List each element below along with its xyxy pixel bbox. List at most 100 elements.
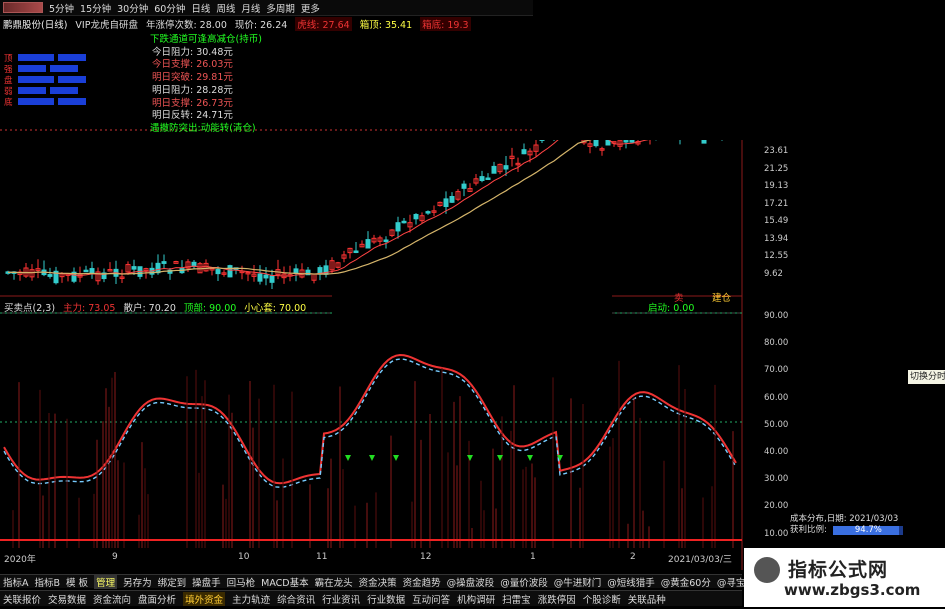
period-15min[interactable]: 15分钟 xyxy=(80,1,111,15)
oscillator-signal-line xyxy=(3,358,737,489)
tabs2-tab[interactable]: 机构调研 xyxy=(457,592,495,606)
signal-arrow-icon xyxy=(527,455,533,461)
period-month[interactable]: 月线 xyxy=(241,1,260,15)
tabs2-tab[interactable]: 互动问答 xyxy=(412,592,450,606)
tabs1-tab[interactable]: 资金决策 xyxy=(359,575,397,589)
watermark-line2: www.zbgs3.com xyxy=(784,581,921,599)
tabs1-tab[interactable]: @量价波段 xyxy=(500,575,548,589)
panel-footer: 遇撤防突出:动能转(清仓) xyxy=(150,122,256,134)
switch-view-tooltip[interactable]: 切换分时图和分析图 xyxy=(908,370,945,384)
period-multi[interactable]: 多周期 xyxy=(266,1,295,15)
legend-label: 底 xyxy=(4,97,13,108)
period-60min[interactable]: 60分钟 xyxy=(154,1,185,15)
legend-swatch xyxy=(18,76,54,83)
tabs2-tab[interactable]: 扫雷宝 xyxy=(502,592,531,606)
blank-area-middle xyxy=(332,286,612,322)
axis-tick-label: 50.00 xyxy=(764,419,789,430)
tabs2-tab[interactable]: 资金流向 xyxy=(93,592,131,606)
candle-body xyxy=(257,273,263,282)
tabs1-tab[interactable]: 操盘手 xyxy=(192,575,221,589)
cost-title: 成本分布,日期: 2021/03/03 xyxy=(790,514,899,524)
tabs2-tab[interactable]: 涨跌停因 xyxy=(538,592,576,606)
tabs2-tab[interactable]: 行业数据 xyxy=(367,592,405,606)
signal-panel: 下跌通道可逢高减仓(持币) 今日阻力: 30.48元 今日支撑: 26.03元 明日突破… xyxy=(150,34,280,134)
date-tick-label: 2020年 xyxy=(4,555,36,565)
axis-tick-label: 70.00 xyxy=(764,365,789,376)
chart-title-bar: 鹏鼎股份(日线) VIP龙虎自研盘 年涨停次数: 28.00 现价: 26.24… xyxy=(0,17,533,31)
signal-arrow-icon xyxy=(467,455,473,461)
ma-fast-line xyxy=(7,121,723,277)
xinxin-value: 小心套: 70.00 xyxy=(244,303,307,314)
candle-body xyxy=(227,265,233,278)
tabs1-tab[interactable]: 管理 xyxy=(94,574,118,589)
tabs1-tab[interactable]: MACD基本 xyxy=(261,575,308,589)
tabs2-tab[interactable]: 盘面分析 xyxy=(138,592,176,606)
legend-row: 弱 xyxy=(4,85,114,97)
candle-body xyxy=(47,274,53,277)
legend-swatch xyxy=(18,65,46,72)
indicator-name[interactable]: 买卖点(2,3) xyxy=(4,300,55,314)
legend-swatch xyxy=(50,65,78,72)
period-30min[interactable]: 30分钟 xyxy=(117,1,148,15)
watermark-line1: 指标公式网 xyxy=(788,559,889,581)
indicator-title[interactable]: VIP龙虎自研盘 xyxy=(75,17,138,31)
period-more[interactable]: 更多 xyxy=(301,1,320,15)
tabs2-tab[interactable]: 交易数据 xyxy=(48,592,86,606)
legend-swatch xyxy=(58,98,86,105)
panel-row-value: 29.81 xyxy=(196,72,224,84)
legend-row: 底 xyxy=(4,96,114,108)
legend-swatch xyxy=(18,87,46,94)
panel-row: 明日突破: 29.81元 xyxy=(150,72,280,85)
tabs1-tab[interactable]: 模 板 xyxy=(66,575,88,589)
tabs1-tab[interactable]: 回马枪 xyxy=(227,575,256,589)
tabs1-tab[interactable]: 指标B xyxy=(35,575,61,589)
tabs2-tab[interactable]: 行业资讯 xyxy=(322,592,360,606)
tabs2-tab[interactable]: 关联品种 xyxy=(628,592,666,606)
legend-row: 强 xyxy=(4,63,114,75)
date-tick-label: 1 xyxy=(530,552,536,562)
period-day[interactable]: 日线 xyxy=(191,1,210,15)
zhuli-value: 主力: 73.05 xyxy=(63,303,116,314)
tabs1-tab[interactable]: 指标A xyxy=(3,575,29,589)
legend-swatch xyxy=(58,76,86,83)
tabs2-tab[interactable]: 主力轨迹 xyxy=(232,592,270,606)
axis-tick-label: 13.94 xyxy=(764,233,789,244)
tabs1-tab[interactable]: 另存为 xyxy=(123,575,152,589)
candle-body xyxy=(269,275,275,283)
qushi-value: 顶部: 90.00 xyxy=(183,303,237,314)
axis-tick-label: 12.55 xyxy=(764,251,789,261)
support-label: 箱底: 19.3 xyxy=(420,17,471,31)
tabs2-tab[interactable]: 个股诊断 xyxy=(583,592,621,606)
candle-body xyxy=(623,140,629,143)
tabs1-tab[interactable]: @黄金60分 xyxy=(661,575,711,589)
tabs1-tab[interactable]: 资金趋势 xyxy=(403,575,441,589)
axis-tick-label: 21.25 xyxy=(764,163,789,174)
tabs1-tab[interactable]: @短线猎手 xyxy=(607,575,655,589)
panel-row: 明日反转: 24.71元 xyxy=(150,110,280,123)
panel-row-label: 明日突破: xyxy=(152,72,194,84)
sanhu-value: 散户: 70.20 xyxy=(123,303,176,314)
legend-swatch xyxy=(58,54,86,61)
panel-row-unit: 元 xyxy=(223,72,233,84)
candle-body xyxy=(449,195,455,203)
tabs2-tab[interactable]: 填外资金 xyxy=(183,591,226,606)
axis-tick-label: 40.00 xyxy=(764,447,789,457)
date-tick-label: 9 xyxy=(112,552,118,562)
panel-row: 今日阻力: 30.48元 xyxy=(150,47,280,60)
candle-body xyxy=(383,239,389,243)
tabs1-tab[interactable]: 绑定到 xyxy=(158,575,187,589)
axis-tick-label: 9.62 xyxy=(764,268,783,279)
period-week[interactable]: 周线 xyxy=(216,1,235,15)
tabs2-tab[interactable]: 综合资讯 xyxy=(277,592,315,606)
tabs1-tab[interactable]: 霸在龙头 xyxy=(315,575,353,589)
tabs1-tab[interactable]: @牛进财门 xyxy=(554,575,602,589)
signal-arrow-icon xyxy=(393,455,399,461)
candle-body xyxy=(395,222,401,232)
panel-row-label: 明日支撑: xyxy=(152,97,194,109)
app-logo xyxy=(3,2,43,13)
qidong-value: 启动: 0.00 xyxy=(648,303,695,314)
tabs2-tab[interactable]: 关联报价 xyxy=(3,592,41,606)
cost-distribution-info: 成本分布,日期: 2021/03/03 获利比例: 94.7% xyxy=(790,514,940,546)
period-5min[interactable]: 5分钟 xyxy=(49,1,74,15)
tabs1-tab[interactable]: @操盘波段 xyxy=(447,575,495,589)
